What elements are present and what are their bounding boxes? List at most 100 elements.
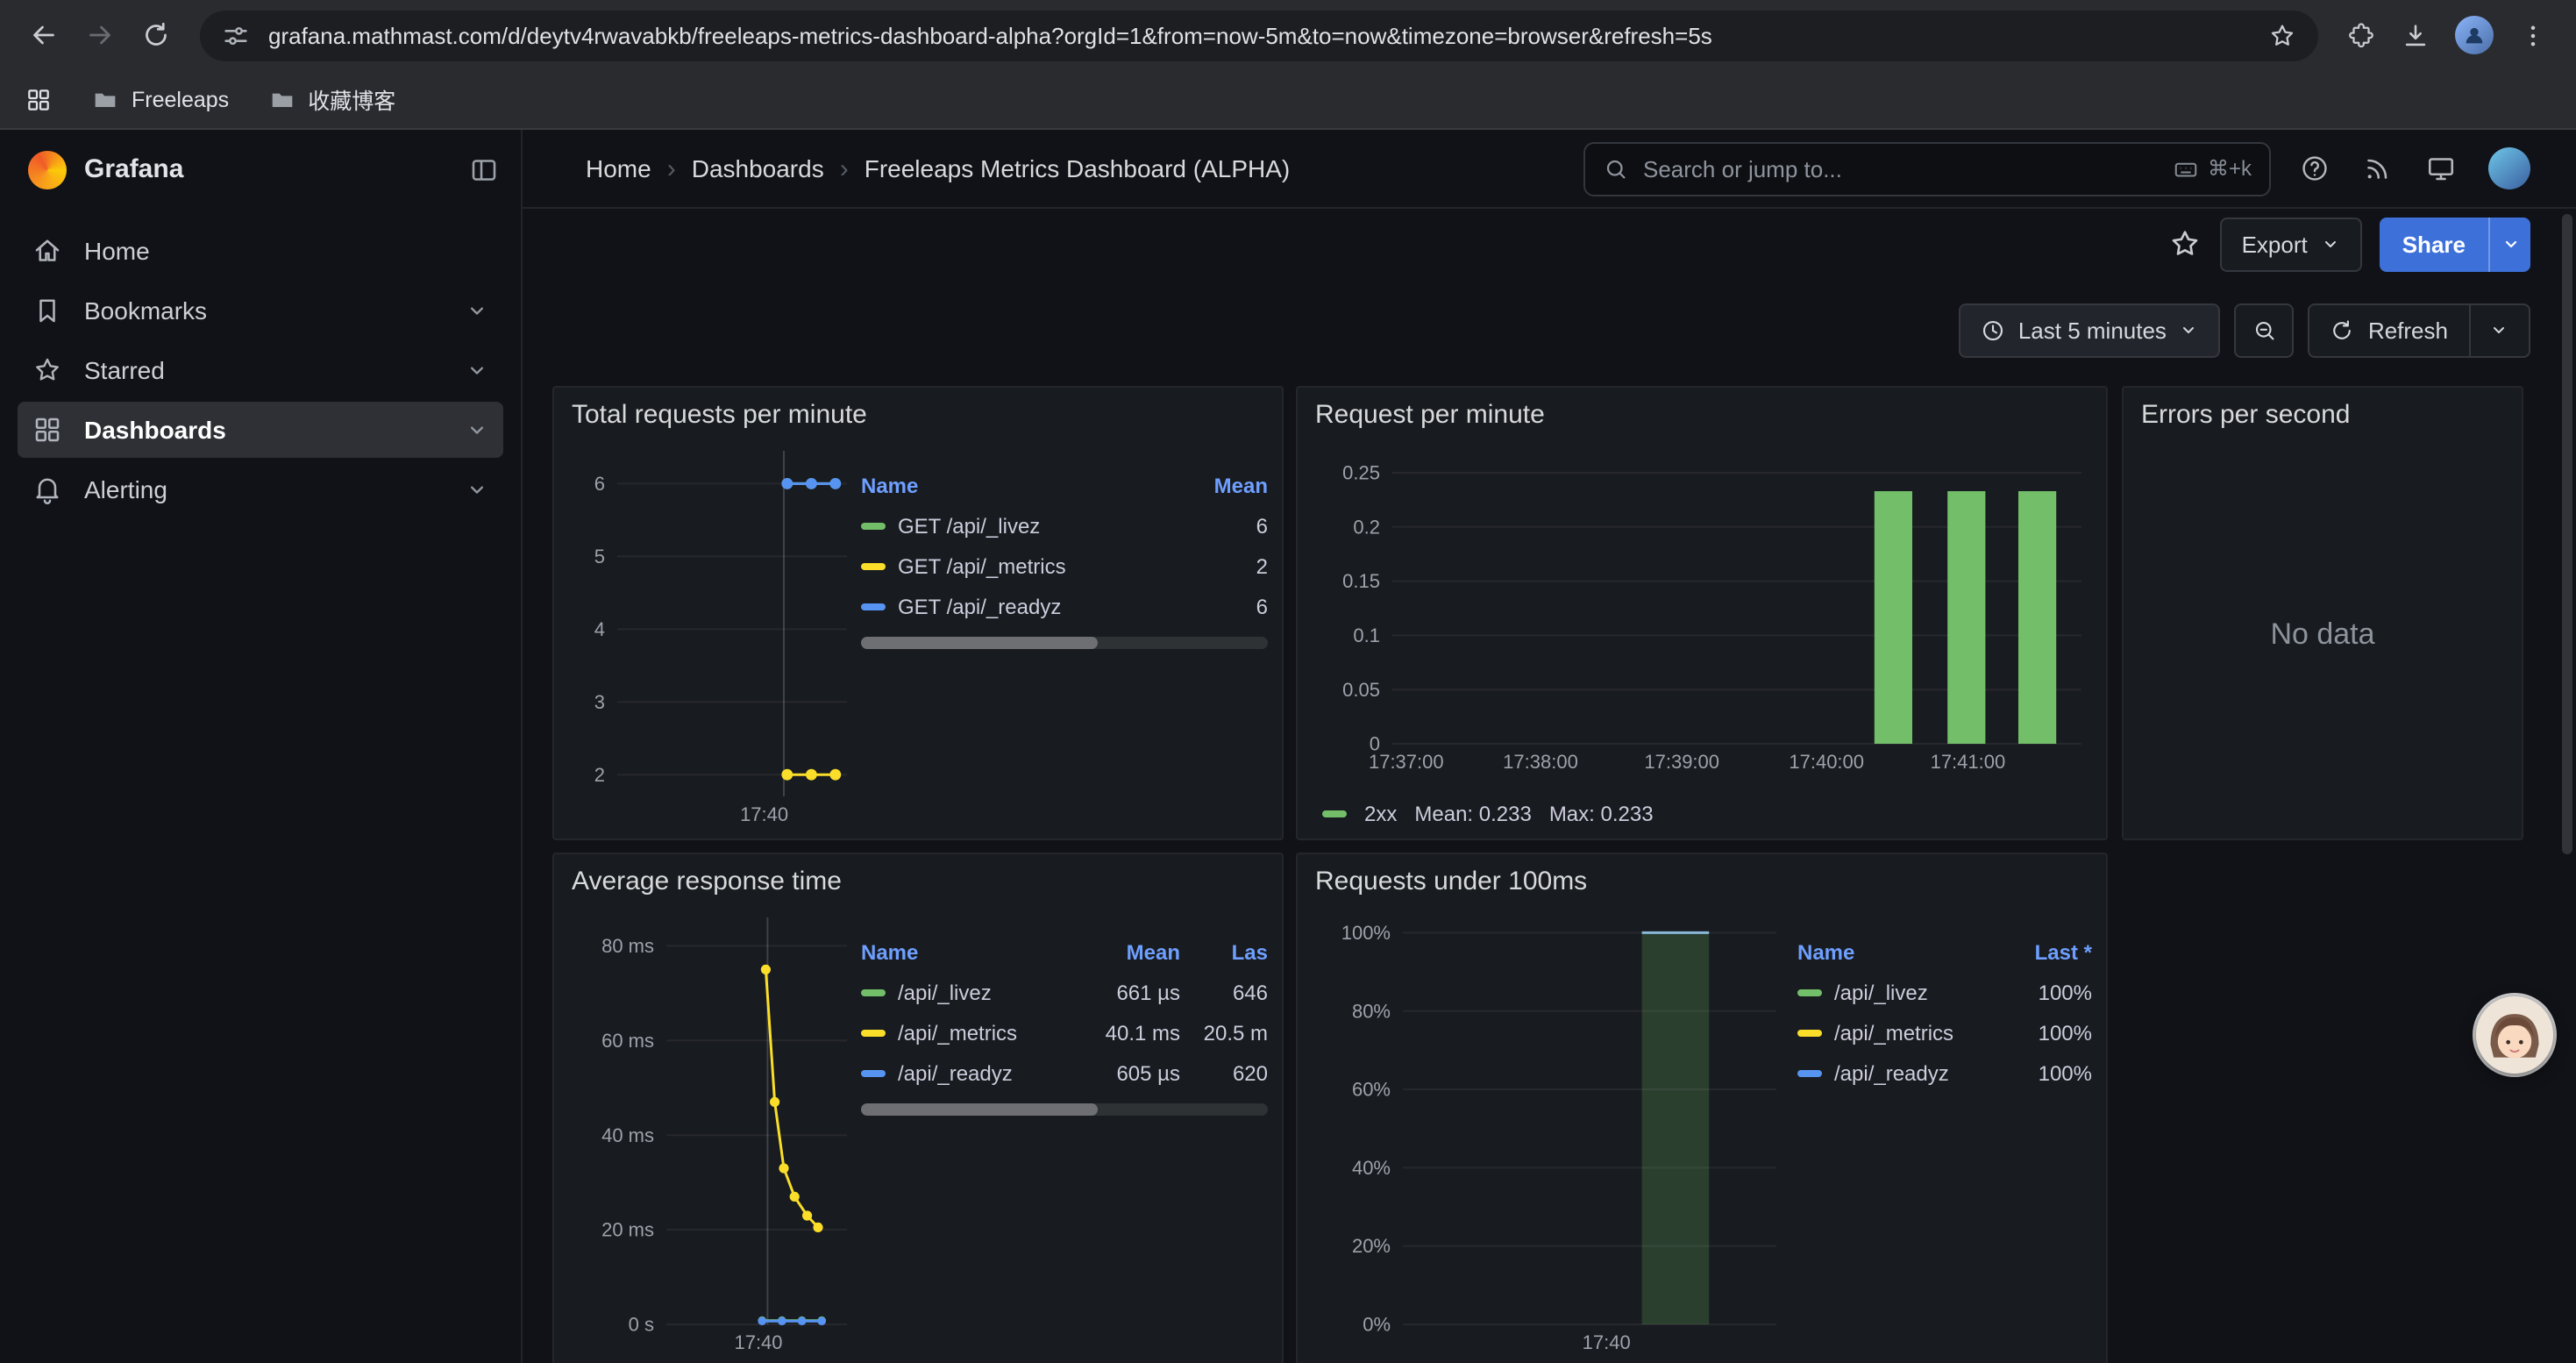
- apps-grid-button[interactable]: [25, 85, 53, 113]
- legend-row[interactable]: /api/_readyz605 µs620: [861, 1053, 1268, 1093]
- grafana-logo[interactable]: [28, 150, 67, 189]
- legend-scrollbar[interactable]: [861, 637, 1268, 649]
- search-input[interactable]: Search or jump to... ⌘+k: [1583, 141, 2271, 196]
- svg-text:3: 3: [594, 691, 605, 713]
- panel-title[interactable]: Request per minute: [1298, 388, 2106, 430]
- svg-text:80%: 80%: [1352, 1000, 1391, 1022]
- chart-average-response-time[interactable]: 80 ms60 ms40 ms20 ms0 s17:40: [568, 907, 857, 1359]
- breadcrumb-separator: ›: [667, 153, 676, 183]
- forward-button[interactable]: [74, 9, 126, 61]
- sidebar-item-label: Dashboards: [84, 416, 226, 444]
- favorite-star-button[interactable]: [2168, 226, 2203, 261]
- series-color-swatch: [861, 1029, 886, 1036]
- sidebar-item-alerting[interactable]: Alerting: [18, 461, 503, 517]
- panel-title[interactable]: Average response time: [554, 854, 1282, 896]
- share-menu-button[interactable]: [2488, 217, 2530, 271]
- legend-row[interactable]: /api/_livez661 µs646: [861, 972, 1268, 1012]
- legend: 2xx Mean: 0.233 Max: 0.233: [1322, 802, 1654, 826]
- series-color-swatch: [1797, 1029, 1822, 1036]
- series-max: Max: 0.233: [1549, 802, 1654, 826]
- legend-row[interactable]: /api/_livez100%: [1797, 972, 2092, 1012]
- user-avatar[interactable]: [2488, 147, 2530, 189]
- menu-button[interactable]: [2518, 20, 2548, 50]
- assistant-avatar[interactable]: [2476, 996, 2553, 1074]
- svg-text:0.15: 0.15: [1342, 570, 1380, 592]
- screen: grafana.mathmast.com/d/deytv4rwavabkb/fr…: [0, 0, 2576, 1363]
- sidebar-item-dashboards[interactable]: Dashboards: [18, 402, 503, 458]
- export-button[interactable]: Export: [2221, 217, 2362, 271]
- keyboard-icon: [2173, 155, 2199, 182]
- zoom-out-button[interactable]: [2235, 303, 2295, 357]
- reload-button[interactable]: [130, 9, 182, 61]
- chart-requests-under-100ms[interactable]: 100%80%60%40%20%0%17:40: [1312, 907, 1787, 1359]
- dashboard-canvas: Total requests per minute 6543217:40 Nam…: [523, 360, 2576, 1363]
- series-color-swatch: [861, 1069, 886, 1076]
- time-range-picker[interactable]: Last 5 minutes: [1959, 303, 2221, 357]
- chart-total-requests[interactable]: 6543217:40: [568, 440, 857, 831]
- display-button[interactable]: [2425, 153, 2457, 184]
- legend-row[interactable]: /api/_metrics40.1 ms20.5 m: [861, 1012, 1268, 1053]
- sidebar-item-label: Bookmarks: [84, 296, 207, 325]
- panel-average-response-time: Average response time 80 ms60 ms40 ms20 …: [552, 853, 1284, 1363]
- address-bar[interactable]: grafana.mathmast.com/d/deytv4rwavabkb/fr…: [200, 10, 2318, 61]
- dashboard-actions-row: Export Share: [523, 212, 2576, 275]
- svg-text:60 ms: 60 ms: [601, 1030, 654, 1052]
- breadcrumb-home[interactable]: Home: [586, 154, 651, 182]
- bell-icon: [32, 474, 63, 505]
- chevron-down-icon[interactable]: [465, 417, 489, 442]
- bookmark-item[interactable]: Freeleaps: [91, 85, 229, 113]
- legend-scrollbar[interactable]: [861, 1103, 1268, 1116]
- bookmark-label: 收藏博客: [308, 82, 395, 116]
- panel-title[interactable]: Total requests per minute: [554, 388, 1282, 430]
- refresh-button[interactable]: Refresh: [2309, 303, 2530, 357]
- series-color-swatch: [861, 603, 886, 610]
- legend-row[interactable]: GET /api/_readyz6: [861, 586, 1268, 626]
- breadcrumb-current: Freeleaps Metrics Dashboard (ALPHA): [865, 154, 1291, 182]
- back-button[interactable]: [18, 9, 70, 61]
- bookmark-icon: [32, 295, 63, 326]
- chart-request-per-minute[interactable]: 0.250.20.150.10.05017:37:0017:38:0017:39…: [1312, 440, 2092, 789]
- legend-table: NameLast */api/_livez100%/api/_metrics10…: [1797, 931, 2092, 1093]
- page-scrollbar[interactable]: [2562, 214, 2572, 854]
- legend-row[interactable]: GET /api/_metrics2: [861, 546, 1268, 586]
- help-button[interactable]: [2299, 153, 2330, 184]
- news-button[interactable]: [2362, 153, 2394, 184]
- sidebar-item-starred[interactable]: Starred: [18, 342, 503, 398]
- search-icon: [1603, 155, 1629, 182]
- sidebar: Grafana HomeBookmarksStarredDashboardsAl…: [0, 130, 523, 1363]
- breadcrumb-dashboards[interactable]: Dashboards: [692, 154, 824, 182]
- svg-text:60%: 60%: [1352, 1079, 1391, 1101]
- refresh-interval-menu[interactable]: [2488, 319, 2509, 340]
- svg-text:40 ms: 40 ms: [601, 1124, 654, 1146]
- legend-table: NameMeanLas/api/_livez661 µs646/api/_met…: [861, 931, 1268, 1116]
- bookmark-item[interactable]: 收藏博客: [267, 82, 395, 116]
- legend-row[interactable]: /api/_readyz100%: [1797, 1053, 2092, 1093]
- panel-title[interactable]: Requests under 100ms: [1298, 854, 2106, 896]
- chevron-down-icon[interactable]: [465, 358, 489, 382]
- legend-row[interactable]: GET /api/_livez6: [861, 505, 1268, 546]
- home-icon: [32, 235, 63, 267]
- url-text[interactable]: grafana.mathmast.com/d/deytv4rwavabkb/fr…: [268, 22, 2250, 48]
- chevron-down-icon[interactable]: [465, 477, 489, 502]
- profile-button[interactable]: [2455, 16, 2494, 54]
- extensions-button[interactable]: [2346, 20, 2376, 50]
- downloads-button[interactable]: [2401, 20, 2430, 50]
- bookmark-star-button[interactable]: [2267, 20, 2297, 50]
- svg-text:17:40: 17:40: [1583, 1331, 1631, 1353]
- time-controls-row: Last 5 minutes Refresh: [523, 300, 2576, 360]
- svg-text:17:39:00: 17:39:00: [1644, 751, 1719, 773]
- panel-title[interactable]: Errors per second: [2124, 388, 2522, 430]
- svg-text:0.1: 0.1: [1353, 624, 1380, 646]
- svg-text:17:40:00: 17:40:00: [1789, 751, 1864, 773]
- clock-icon: [1980, 317, 2006, 343]
- share-button[interactable]: Share: [2380, 217, 2488, 271]
- sidebar-item-home[interactable]: Home: [18, 223, 503, 279]
- sidebar-toggle-icon[interactable]: [468, 153, 500, 185]
- legend-row[interactable]: /api/_metrics100%: [1797, 1012, 2092, 1053]
- site-info-icon[interactable]: [221, 20, 251, 50]
- sidebar-item-bookmarks[interactable]: Bookmarks: [18, 282, 503, 339]
- chevron-down-icon[interactable]: [465, 298, 489, 323]
- sidebar-item-label: Alerting: [84, 475, 167, 503]
- series-name[interactable]: 2xx: [1364, 802, 1397, 826]
- no-data-message: No data: [2138, 440, 2508, 828]
